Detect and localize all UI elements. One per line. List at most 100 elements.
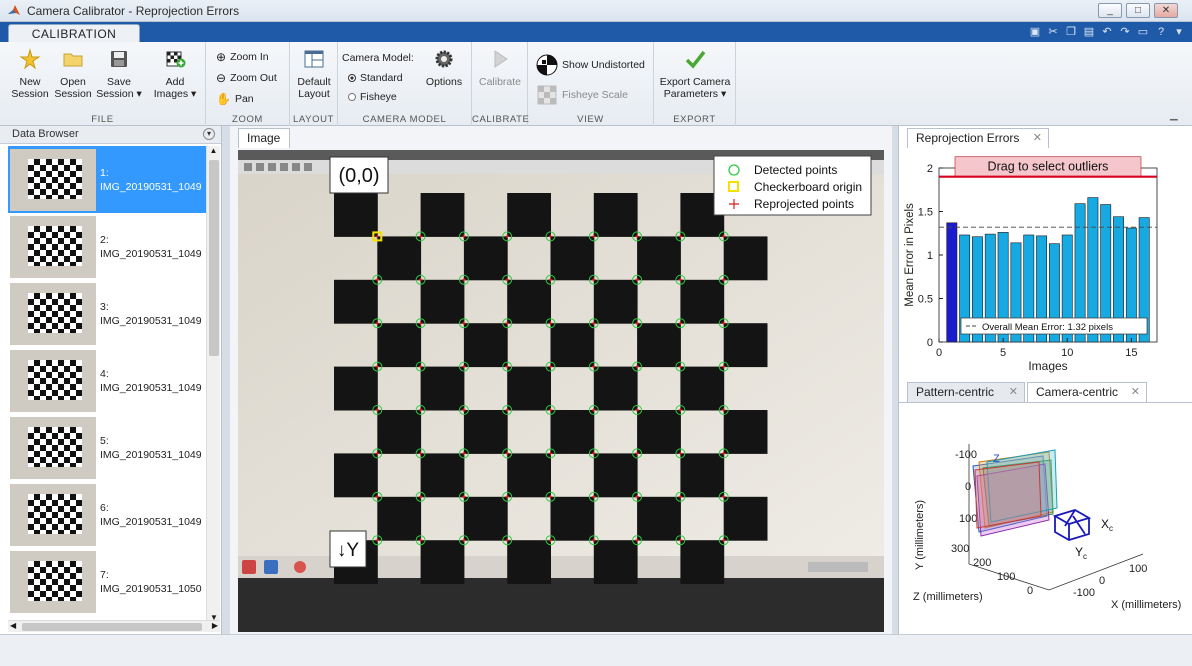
list-item[interactable]: 3: IMG_20190531_1049 bbox=[8, 280, 206, 347]
tab-reprojection-errors[interactable]: Reprojection Errors ✕ bbox=[907, 128, 1049, 148]
fisheye-radio[interactable]: Fisheye bbox=[348, 91, 397, 103]
save-session-label-1: Save bbox=[107, 76, 131, 88]
checker-square bbox=[723, 410, 768, 454]
data-browser-vscrollbar[interactable]: ▲ ▼ bbox=[206, 146, 220, 622]
close-icon[interactable]: ✕ bbox=[1009, 383, 1018, 402]
zoom-in-icon: ⊕ bbox=[216, 50, 227, 64]
standard-label: Standard bbox=[360, 72, 403, 84]
tab-pattern-centric[interactable]: Pattern-centric ✕ bbox=[907, 382, 1025, 402]
group-zoom: ⊕ Zoom In ⊖ Zoom Out ✋ Pan ZOOM bbox=[206, 42, 290, 126]
list-item-label: 3: IMG_20190531_1049 bbox=[100, 300, 202, 328]
camera-centric-label: Camera-centric bbox=[1036, 385, 1119, 399]
pan-label: Pan bbox=[234, 93, 254, 105]
collapse-ribbon-icon[interactable]: ▁ bbox=[1170, 110, 1178, 121]
checker-square bbox=[637, 236, 681, 281]
status-bar bbox=[0, 634, 1192, 666]
undo-icon[interactable]: ↶ bbox=[1100, 25, 1114, 39]
show-undistorted-button[interactable]: Show Undistorted bbox=[536, 54, 645, 76]
group-layout: Default Layout LAYOUT bbox=[290, 42, 338, 126]
checker-square bbox=[463, 323, 508, 368]
close-icon[interactable]: ✕ bbox=[1033, 129, 1042, 148]
maximize-button[interactable]: □ bbox=[1126, 3, 1150, 18]
copy-icon[interactable]: ❐ bbox=[1064, 25, 1078, 39]
group-export: Export Camera Parameters ▾ EXPORT bbox=[654, 42, 736, 126]
data-browser-header: Data Browser ▾ bbox=[0, 126, 221, 144]
checker-square bbox=[420, 453, 465, 498]
close-button[interactable]: ✕ bbox=[1154, 3, 1178, 18]
fisheye-scale-icon bbox=[537, 85, 557, 105]
new-session-button[interactable]: New Session bbox=[8, 48, 52, 100]
image-thumbnail bbox=[10, 416, 96, 479]
image-panel: Image (0,0) ↓Y Detected points Checkerbo… bbox=[230, 126, 892, 634]
scroll-right-icon[interactable]: ▶ bbox=[212, 621, 218, 630]
reprojection-errors-panel: Reprojection Errors ✕ Drag to select out… bbox=[898, 126, 1192, 380]
list-item[interactable]: 4: IMG_20190531_1049 bbox=[8, 347, 206, 414]
paste-icon[interactable]: ▤ bbox=[1082, 25, 1096, 39]
add-images-button[interactable]: Add Images ▾ bbox=[148, 48, 202, 100]
window-layout-icon[interactable]: ▭ bbox=[1136, 25, 1150, 39]
scroll-thumb[interactable] bbox=[209, 160, 219, 356]
export-camera-parameters-button[interactable]: Export Camera Parameters ▾ bbox=[656, 48, 734, 100]
fisheye-label: Fisheye bbox=[360, 91, 397, 103]
fisheye-scale-button[interactable]: Fisheye Scale bbox=[536, 84, 628, 106]
minimize-button[interactable]: _ bbox=[1098, 3, 1122, 18]
tab-divider bbox=[899, 402, 1192, 403]
redo-icon[interactable]: ↷ bbox=[1118, 25, 1132, 39]
hscroll-thumb[interactable] bbox=[22, 623, 202, 631]
calibrate-button[interactable]: Calibrate bbox=[476, 48, 524, 88]
extrinsics-panel: Pattern-centric ✕ Camera-centric ✕ Y (mi… bbox=[898, 380, 1192, 634]
list-item[interactable]: 6: IMG_20190531_1049 bbox=[8, 481, 206, 548]
reprojection-error-chart[interactable]: Drag to select outliers Overall Mean Erro… bbox=[899, 148, 1192, 380]
chevron-down-icon[interactable]: ▾ bbox=[203, 128, 215, 140]
list-item[interactable]: 1: IMG_20190531_1049 bbox=[8, 146, 206, 213]
reprojection-tab-label: Reprojection Errors bbox=[916, 131, 1020, 145]
x-tick-label: 5 bbox=[1000, 347, 1006, 359]
zoom-out-button[interactable]: ⊖ Zoom Out bbox=[216, 71, 277, 85]
help-icon[interactable]: ? bbox=[1154, 25, 1168, 39]
list-item[interactable]: 7: IMG_20190531_1050 bbox=[8, 548, 206, 615]
list-item-name: IMG_20190531_1049 bbox=[100, 448, 202, 461]
list-item-label: 1: IMG_20190531_1049 bbox=[100, 166, 202, 194]
default-layout-label-2: Layout bbox=[298, 88, 330, 100]
tab-image[interactable]: Image bbox=[238, 128, 290, 148]
y-tick-label: 1 bbox=[927, 250, 933, 262]
checker-square bbox=[507, 193, 551, 237]
tab-calibration[interactable]: CALIBRATION bbox=[8, 24, 140, 44]
outlier-banner-text: Drag to select outliers bbox=[988, 160, 1109, 174]
default-layout-button[interactable]: Default Layout bbox=[292, 48, 336, 100]
chevron-down-icon[interactable]: ▾ bbox=[1172, 25, 1186, 39]
list-item[interactable]: 2: IMG_20190531_1049 bbox=[8, 213, 206, 280]
checker-square bbox=[463, 496, 508, 541]
quick-access-toolbar: ▣ ✂ ❐ ▤ ↶ ↷ ▭ ? ▾ bbox=[1028, 25, 1186, 39]
data-browser-hscrollbar[interactable]: ◀ ▶ bbox=[8, 620, 220, 632]
cut-icon[interactable]: ✂ bbox=[1046, 25, 1060, 39]
checker-square bbox=[550, 323, 595, 368]
image-thumbnail bbox=[10, 148, 96, 211]
checker-square bbox=[334, 366, 378, 411]
open-session-button[interactable]: Open Session bbox=[52, 48, 94, 100]
tab-camera-centric[interactable]: Camera-centric ✕ bbox=[1027, 382, 1147, 402]
close-icon[interactable]: ✕ bbox=[1131, 383, 1140, 402]
checker-square bbox=[637, 410, 681, 454]
scroll-left-icon[interactable]: ◀ bbox=[10, 621, 16, 630]
checker-square bbox=[550, 496, 595, 541]
pan-button[interactable]: ✋ Pan bbox=[216, 92, 254, 106]
fisheye-scale-label: Fisheye Scale bbox=[562, 89, 628, 101]
data-browser-panel: Data Browser ▾ 1: IMG_20190531_1049 2: IMG_… bbox=[0, 126, 222, 634]
checker-square bbox=[637, 323, 681, 368]
options-button[interactable]: Options bbox=[422, 48, 466, 88]
extrinsics-3d-plot[interactable]: Y (millimeters) -100 0 100 300 200 100 0… bbox=[899, 404, 1192, 634]
list-item-name: IMG_20190531_1049 bbox=[100, 381, 202, 394]
checker-square bbox=[507, 279, 551, 324]
zoom-in-button[interactable]: ⊕ Zoom In bbox=[216, 50, 269, 64]
standard-radio[interactable]: Standard bbox=[348, 72, 403, 84]
save-icon[interactable]: ▣ bbox=[1028, 25, 1042, 39]
checker-square bbox=[377, 236, 422, 281]
save-session-button[interactable]: Save Session ▾ bbox=[94, 48, 144, 100]
scroll-up-icon[interactable]: ▲ bbox=[207, 146, 220, 155]
checker-square bbox=[637, 496, 681, 541]
list-item[interactable]: 5: IMG_20190531_1049 bbox=[8, 414, 206, 481]
checker-square bbox=[593, 366, 638, 411]
mean-legend-text: Overall Mean Error: 1.32 pixels bbox=[982, 322, 1113, 333]
calibration-image[interactable]: (0,0) ↓Y Detected points Checkerboard or… bbox=[238, 150, 884, 632]
